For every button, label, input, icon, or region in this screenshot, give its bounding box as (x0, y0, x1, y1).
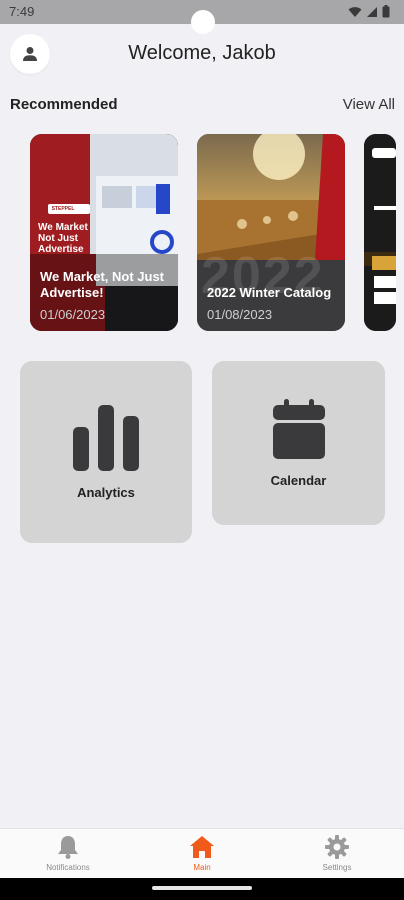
bar-chart-icon (73, 404, 139, 471)
bottom-navigation: Notifications Main Settings (0, 828, 404, 879)
card-brand-logo: STEPPEL (51, 206, 75, 212)
recommended-card[interactable]: 2022 2022 Winter Catalog 01/08/2023 (197, 134, 345, 331)
view-all-link[interactable]: View All (343, 96, 395, 113)
home-indicator[interactable] (152, 886, 252, 890)
card-title: We Market, Not Just Advertise! (40, 269, 165, 300)
home-icon (190, 836, 214, 858)
bell-icon (58, 836, 78, 859)
analytics-label: Analytics (77, 484, 135, 500)
nav-notifications[interactable]: Notifications (18, 835, 118, 872)
card-image (364, 134, 396, 331)
signal-icon (367, 6, 377, 17)
camera-cutout (191, 10, 215, 34)
battery-icon (382, 5, 390, 18)
recommended-carousel[interactable]: STEPPEL We Market Not Just Advertise We … (0, 134, 404, 332)
calendar-icon (272, 398, 325, 459)
calendar-tile[interactable]: Calendar (212, 361, 385, 525)
nav-notifications-label: Notifications (46, 863, 90, 872)
gear-icon (325, 835, 349, 859)
nav-settings[interactable]: Settings (287, 835, 387, 872)
recommended-card[interactable]: STEPPEL We Market Not Just Advertise We … (30, 134, 178, 331)
gesture-bar (0, 878, 404, 900)
calendar-label: Calendar (270, 472, 327, 488)
wifi-icon (348, 6, 362, 17)
status-time: 7:49 (9, 4, 35, 19)
card-overlay-text: We Market Not Just Advertise (38, 222, 88, 255)
card-date: 01/08/2023 (207, 307, 273, 322)
analytics-tile[interactable]: Analytics (20, 361, 192, 543)
nav-settings-label: Settings (322, 863, 352, 872)
recommended-heading: Recommended (10, 96, 118, 113)
status-icons (348, 5, 390, 18)
card-date: 01/06/2023 (40, 307, 106, 322)
card-title: 2022 Winter Catalog (207, 285, 332, 300)
nav-main[interactable]: Main (152, 835, 252, 872)
recommended-card[interactable] (364, 134, 396, 331)
nav-main-label: Main (193, 863, 211, 872)
welcome-title: Welcome, Jakob (128, 42, 276, 64)
